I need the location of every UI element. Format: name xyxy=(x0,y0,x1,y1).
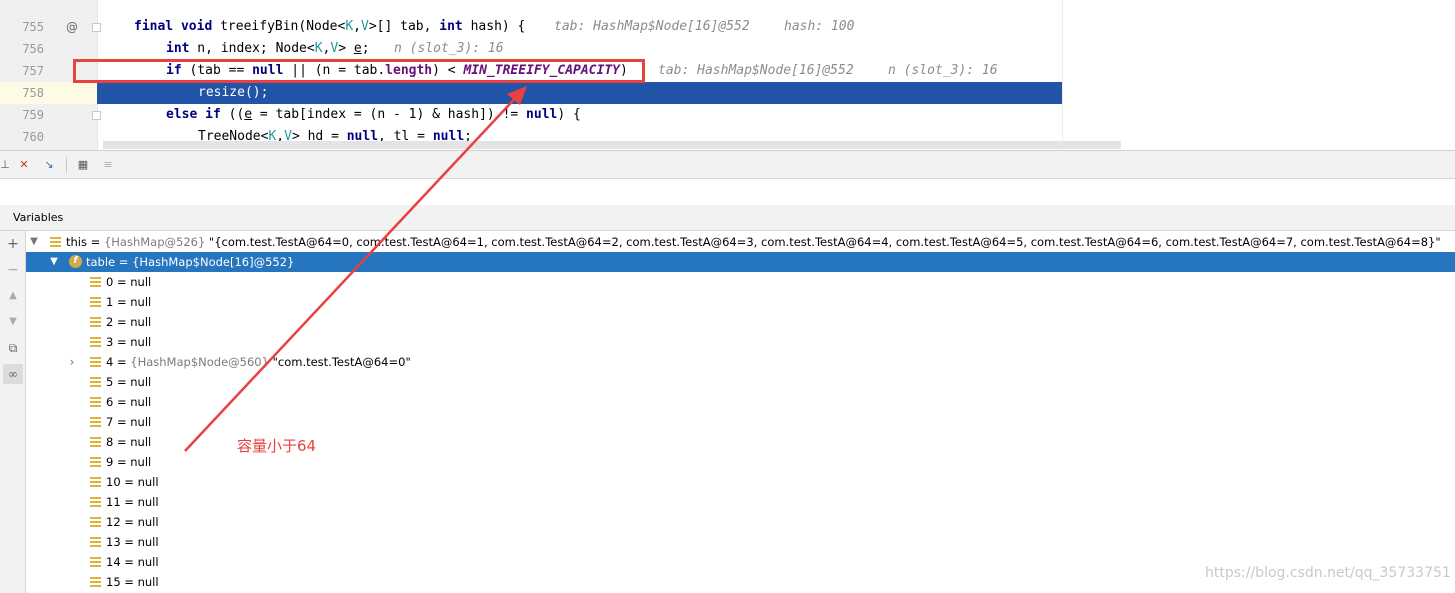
annotation-note: 容量小于64 xyxy=(237,437,317,455)
watermark-text: https://blog.csdn.net/qq_35733751 xyxy=(1205,565,1451,581)
annotation-arrow xyxy=(184,86,527,452)
